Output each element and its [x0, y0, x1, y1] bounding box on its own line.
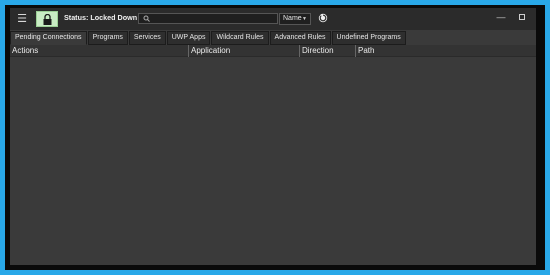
table-header: Actions Application Direction Path [10, 45, 536, 57]
tab-programs[interactable]: Programs [87, 31, 128, 45]
column-header-actions[interactable]: Actions [10, 45, 188, 57]
tab-advanced-rules[interactable]: Advanced Rules [269, 31, 331, 45]
tab-undefined-programs[interactable]: Undefined Programs [331, 31, 406, 45]
tab-bar: Pending Connections Programs Services UW… [10, 31, 536, 45]
tab-pending-connections[interactable]: Pending Connections [10, 31, 87, 45]
column-header-application[interactable]: Application [188, 45, 299, 57]
minimize-button[interactable]: — [494, 10, 508, 24]
search-input[interactable] [153, 14, 275, 23]
app-window: ☰ Status: Locked Down Name ▼ — Pending C… [10, 8, 536, 265]
tab-services[interactable]: Services [128, 31, 166, 45]
chevron-down-icon: ▼ [302, 16, 307, 22]
table-body [10, 57, 536, 265]
toolbar: ☰ Status: Locked Down Name ▼ — [10, 8, 536, 30]
column-header-direction[interactable]: Direction [299, 45, 355, 57]
sort-dropdown[interactable]: Name ▼ [279, 13, 311, 25]
maximize-button[interactable] [519, 14, 525, 20]
sort-value: Name [283, 15, 302, 22]
tab-uwp-apps[interactable]: UWP Apps [166, 31, 211, 45]
search-box[interactable] [138, 13, 278, 24]
lock-toggle-button[interactable] [36, 11, 58, 27]
tab-wildcard-rules[interactable]: Wildcard Rules [211, 31, 269, 45]
hamburger-menu-icon[interactable]: ☰ [14, 11, 30, 27]
search-icon [143, 15, 150, 22]
lock-icon [43, 14, 52, 25]
column-header-path[interactable]: Path [355, 45, 536, 57]
refresh-icon[interactable] [318, 13, 328, 23]
status-label: Status: Locked Down [64, 13, 138, 22]
